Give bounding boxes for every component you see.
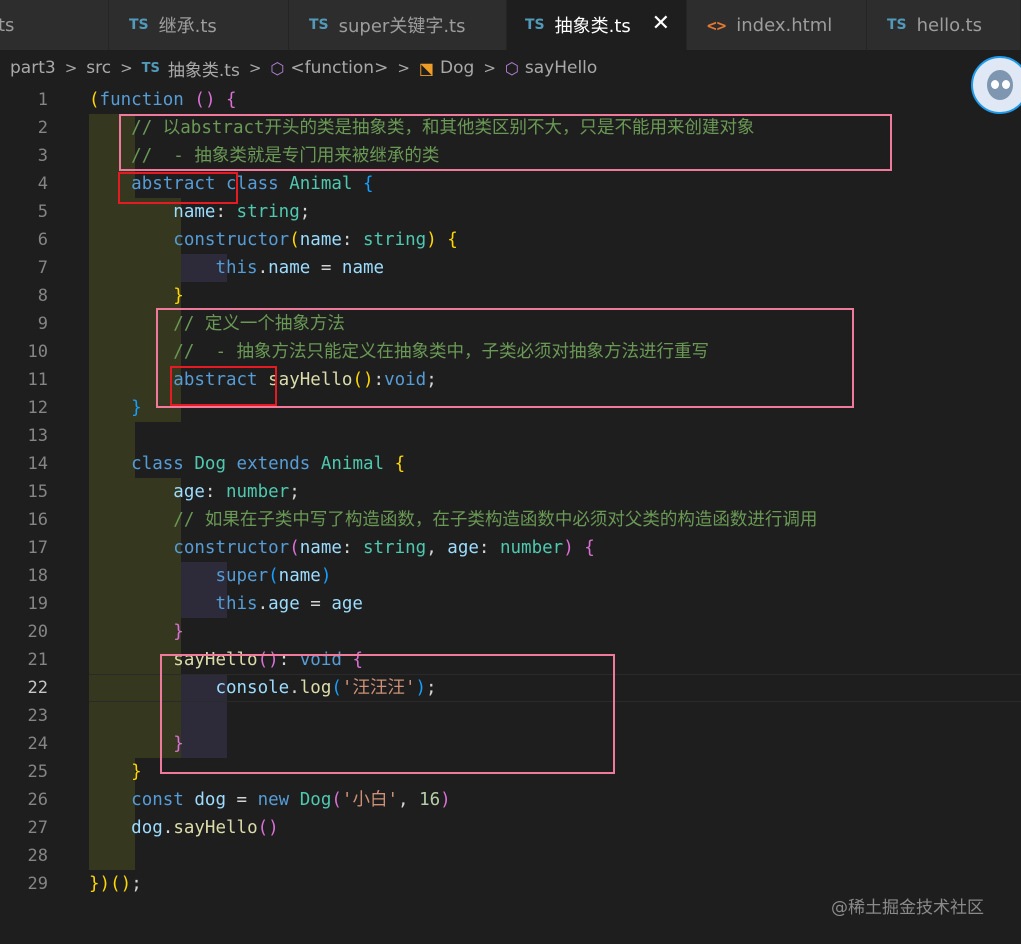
code-line: 13 bbox=[27, 426, 48, 446]
typescript-icon: TS bbox=[309, 17, 329, 33]
chevron-right-icon: > bbox=[248, 59, 262, 77]
code-line: 18 super(name) bbox=[27, 566, 332, 586]
code-editor[interactable]: 1 (function () { 2 // 以abstract开头的类是抽象类，… bbox=[0, 86, 1021, 944]
chevron-right-icon: > bbox=[120, 59, 133, 77]
code-line: 26 const dog = new Dog('小白', 16) bbox=[27, 790, 451, 810]
tab-label: index.html bbox=[736, 14, 833, 36]
code-line: 15 age: number; bbox=[27, 482, 300, 502]
cube-icon: ⬡ bbox=[504, 58, 519, 78]
tab-label: hello.ts bbox=[916, 14, 982, 36]
annotation-box-sayhello-impl bbox=[160, 654, 615, 774]
code-line: 1 (function () { bbox=[37, 90, 237, 110]
tab-abstract-class[interactable]: TS 抽象类.ts ✕ bbox=[507, 0, 687, 50]
watermark: @稀土掘金技术社区 bbox=[831, 898, 984, 918]
chevron-right-icon: > bbox=[483, 59, 496, 77]
breadcrumb-function[interactable]: <function> bbox=[290, 58, 388, 78]
breadcrumb-src[interactable]: src bbox=[86, 58, 111, 78]
typescript-icon: TS bbox=[887, 17, 907, 33]
code-line: 20 } bbox=[27, 622, 184, 642]
chevron-right-icon: > bbox=[397, 59, 410, 77]
breadcrumb-part3[interactable]: part3 bbox=[10, 58, 56, 78]
class-icon: ⬔ bbox=[418, 58, 435, 78]
typescript-icon: TS bbox=[141, 60, 160, 76]
breadcrumb-dog[interactable]: Dog bbox=[440, 58, 474, 78]
html-icon: <> bbox=[707, 15, 727, 35]
breadcrumb: part3 > src > TS 抽象类.ts > ⬡ <function> >… bbox=[0, 50, 1021, 86]
typescript-icon: TS bbox=[129, 17, 149, 33]
tab-inheritance[interactable]: TS 继承.ts bbox=[109, 0, 289, 50]
cube-icon: ⬡ bbox=[270, 58, 285, 78]
typescript-icon: TS bbox=[525, 17, 545, 33]
code-line: 17 constructor(name: string, age: number… bbox=[27, 538, 595, 558]
code-line: 27 dog.sayHello() bbox=[27, 818, 279, 838]
code-line: 16 // 如果在子类中写了构造函数，在子类构造函数中必须对父类的构造函数进行调… bbox=[27, 510, 818, 530]
tab-super-keyword[interactable]: TS super关键字.ts bbox=[289, 0, 507, 50]
code-line: 28 bbox=[27, 846, 48, 866]
close-icon[interactable]: ✕ bbox=[652, 11, 670, 36]
tab-index-html[interactable]: <> index.html bbox=[687, 0, 867, 50]
tab-label: 抽象类.ts bbox=[554, 16, 631, 37]
tab-ts[interactable]: ts bbox=[0, 0, 109, 50]
chevron-right-icon: > bbox=[64, 59, 78, 77]
tab-bar: ts TS 继承.ts TS super关键字.ts TS 抽象类.ts ✕ <… bbox=[0, 0, 1021, 50]
annotation-box-abstract-keyword bbox=[118, 172, 238, 204]
annotation-box-abstract-method-keyword bbox=[170, 366, 277, 406]
breadcrumb-sayhello[interactable]: sayHello bbox=[525, 58, 597, 78]
code-line: 19 this.age = age bbox=[27, 594, 363, 614]
code-line: 7 this.name = name bbox=[37, 258, 385, 278]
tab-label: ts bbox=[0, 14, 15, 36]
code-line: 6 constructor(name: string) { bbox=[37, 230, 458, 250]
breadcrumb-file[interactable]: 抽象类.ts bbox=[168, 56, 240, 81]
code-line: 8 } bbox=[37, 286, 184, 306]
tab-label: 继承.ts bbox=[158, 16, 217, 37]
tab-label: super关键字.ts bbox=[338, 16, 466, 37]
code-line: 14 class Dog extends Animal { bbox=[27, 454, 406, 474]
tab-hello[interactable]: TS hello.ts bbox=[867, 0, 1021, 50]
annotation-box-abstract-comment bbox=[119, 114, 892, 171]
